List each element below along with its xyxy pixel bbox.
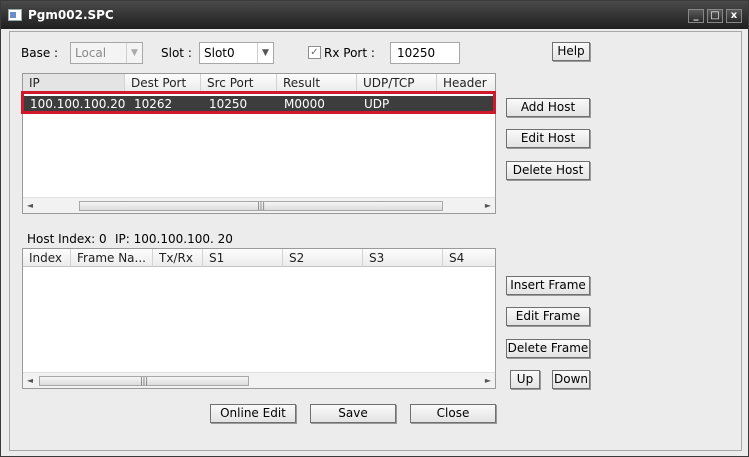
slot-label: Slot : <box>161 46 192 60</box>
app-icon <box>8 9 22 21</box>
frames-table[interactable]: Index Frame Na... Tx/Rx S1 S2 S3 S4 ◄ ||… <box>22 248 496 389</box>
help-button[interactable]: Help <box>552 42 590 61</box>
frames-horizontal-scrollbar[interactable]: ◄ ||| ► <box>23 372 495 388</box>
insert-frame-button[interactable]: Insert Frame <box>506 276 590 295</box>
minimize-button[interactable]: _ <box>688 9 704 23</box>
hosts-table-header: IP Dest Port Src Port Result UDP/TCP Hea… <box>23 74 495 92</box>
rx-port-input[interactable]: 10250 <box>390 42 460 64</box>
scroll-left-icon[interactable]: ◄ <box>23 373 37 388</box>
scroll-thumb[interactable]: ||| <box>79 201 443 211</box>
cell-src-port: 10250 <box>209 97 248 111</box>
scroll-thumb[interactable]: ||| <box>39 376 249 386</box>
slot-select-value: Slot0 <box>204 46 235 60</box>
rx-port-label: Rx Port : <box>324 46 375 60</box>
delete-frame-button[interactable]: Delete Frame <box>506 339 590 358</box>
main-window: Pgm002.SPC _ □ x Base : Local ▼ Slot : S… <box>0 0 749 457</box>
column-header-udp-tcp[interactable]: UDP/TCP <box>357 74 437 92</box>
column-header-dest-port[interactable]: Dest Port <box>125 74 201 92</box>
edit-frame-button[interactable]: Edit Frame <box>506 307 590 326</box>
column-header-s1[interactable]: S1 <box>203 249 283 267</box>
checkmark-icon: ✓ <box>310 47 319 58</box>
cell-header <box>440 96 444 113</box>
hosts-horizontal-scrollbar[interactable]: ◄ ||| ► <box>23 197 495 213</box>
move-up-button[interactable]: Up <box>510 370 540 389</box>
save-button[interactable]: Save <box>310 404 396 423</box>
scroll-left-icon[interactable]: ◄ <box>23 198 37 213</box>
move-down-button[interactable]: Down <box>552 370 590 389</box>
host-ip-label: IP: 100.100.100. 20 <box>115 232 233 246</box>
chevron-down-icon: ▼ <box>257 43 273 63</box>
delete-host-button[interactable]: Delete Host <box>506 161 590 180</box>
maximize-button[interactable]: □ <box>707 9 723 23</box>
column-header-s2[interactable]: S2 <box>283 249 363 267</box>
frames-table-header: Index Frame Na... Tx/Rx S1 S2 S3 S4 <box>23 249 495 267</box>
column-header-header[interactable]: Header <box>437 74 495 92</box>
column-header-src-port[interactable]: Src Port <box>201 74 277 92</box>
hosts-table[interactable]: IP Dest Port Src Port Result UDP/TCP Hea… <box>22 73 496 214</box>
scroll-right-icon[interactable]: ► <box>481 373 495 388</box>
rx-port-checkbox[interactable]: ✓ <box>308 46 321 59</box>
column-header-ip[interactable]: IP <box>23 74 125 92</box>
scroll-right-icon[interactable]: ► <box>481 198 495 213</box>
cell-dest-port: 10262 <box>134 97 173 111</box>
cell-result: M0000 <box>284 97 325 111</box>
edit-host-button[interactable]: Edit Host <box>506 129 590 148</box>
chevron-down-icon: ▼ <box>126 43 142 63</box>
cell-protocol: UDP <box>364 97 390 111</box>
title-bar[interactable]: Pgm002.SPC _ □ x <box>1 1 748 29</box>
window-title: Pgm002.SPC <box>28 8 114 22</box>
slot-select[interactable]: Slot0 ▼ <box>199 42 274 64</box>
dialog-body: Base : Local ▼ Slot : Slot0 ▼ ✓ Rx Port … <box>9 31 742 451</box>
column-header-index[interactable]: Index <box>23 249 71 267</box>
base-select-value: Local <box>75 46 107 60</box>
column-header-s3[interactable]: S3 <box>363 249 443 267</box>
host-index-label: Host Index: 0 <box>27 232 107 246</box>
add-host-button[interactable]: Add Host <box>506 98 590 117</box>
column-header-result[interactable]: Result <box>277 74 357 92</box>
base-select[interactable]: Local ▼ <box>70 42 143 64</box>
close-button[interactable]: Close <box>410 404 496 423</box>
close-window-button[interactable]: x <box>726 9 742 23</box>
base-label: Base : <box>21 46 59 60</box>
table-row[interactable]: 100.100.100.20 10262 10250 M0000 UDP <box>24 96 494 113</box>
online-edit-button[interactable]: Online Edit <box>210 404 296 423</box>
cell-ip: 100.100.100.20 <box>30 97 126 111</box>
column-header-frame-name[interactable]: Frame Na... <box>71 249 153 267</box>
column-header-tx-rx[interactable]: Tx/Rx <box>153 249 203 267</box>
column-header-s4[interactable]: S4 <box>443 249 495 267</box>
